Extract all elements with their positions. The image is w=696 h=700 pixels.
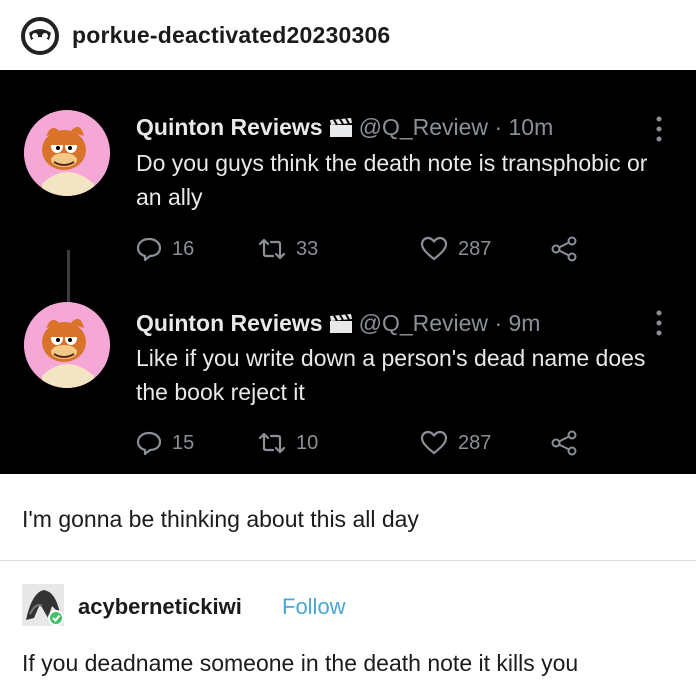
tweet-header: Quinton Reviews @Q_Review · 9m bbox=[136, 310, 540, 337]
retweet-action[interactable]: 10 bbox=[258, 428, 318, 458]
post-caption: I'm gonna be thinking about this all day bbox=[22, 506, 419, 532]
retweet-icon bbox=[258, 238, 286, 260]
reply-username[interactable]: acybernetickiwi bbox=[78, 594, 242, 620]
deactivated-avatar-icon[interactable] bbox=[20, 16, 60, 56]
like-count: 287 bbox=[458, 237, 492, 260]
like-icon bbox=[420, 430, 448, 455]
reply-avatar[interactable] bbox=[22, 584, 64, 626]
tweet-text: Do you guys think the death note is tran… bbox=[136, 150, 648, 210]
tweet-text: Like if you write down a person's dead n… bbox=[136, 345, 646, 405]
post-header: porkue-deactivated20230306 bbox=[0, 0, 696, 70]
more-options-icon[interactable] bbox=[656, 116, 662, 142]
tweet-actions: 15 10 287 bbox=[136, 428, 596, 458]
tweet-author-name[interactable]: Quinton Reviews bbox=[136, 310, 323, 336]
retweet-action[interactable]: 33 bbox=[258, 234, 318, 264]
share-action[interactable] bbox=[550, 234, 578, 264]
share-action[interactable] bbox=[550, 428, 578, 458]
reply-count: 16 bbox=[172, 237, 195, 260]
avatar-garfield[interactable] bbox=[24, 110, 110, 196]
tweet-screenshot: Quinton Reviews @Q_Review · 10m Do you gu… bbox=[0, 70, 696, 474]
tweet-time: · 10m bbox=[494, 114, 554, 140]
share-icon bbox=[551, 236, 577, 262]
reply-icon bbox=[136, 237, 162, 262]
tweet-handle[interactable]: @Q_Review bbox=[359, 114, 488, 140]
tweet-actions: 16 33 287 bbox=[136, 234, 596, 264]
reply-icon bbox=[136, 431, 162, 456]
reply-count: 15 bbox=[172, 431, 195, 454]
tweet-handle[interactable]: @Q_Review bbox=[359, 310, 488, 336]
tweet-header: Quinton Reviews @Q_Review · 10m bbox=[136, 114, 553, 141]
divider bbox=[0, 560, 696, 561]
retweet-count: 33 bbox=[296, 237, 319, 260]
tweet-time: · 9m bbox=[494, 310, 541, 336]
reply-text: If you deadname someone in the death not… bbox=[22, 650, 579, 676]
like-action[interactable]: 287 bbox=[420, 428, 491, 458]
avatar-garfield[interactable] bbox=[24, 302, 110, 388]
post-username[interactable]: porkue-deactivated20230306 bbox=[72, 22, 390, 49]
retweet-count: 10 bbox=[296, 431, 319, 454]
clapperboard-icon bbox=[329, 118, 352, 137]
reply-action[interactable]: 16 bbox=[136, 234, 194, 264]
share-icon bbox=[551, 430, 577, 456]
retweet-icon bbox=[258, 432, 286, 454]
like-count: 287 bbox=[458, 431, 492, 454]
reply-action[interactable]: 15 bbox=[136, 428, 194, 458]
like-action[interactable]: 287 bbox=[420, 234, 491, 264]
tweet-author-name[interactable]: Quinton Reviews bbox=[136, 114, 323, 140]
more-options-icon[interactable] bbox=[656, 310, 662, 336]
like-icon bbox=[420, 236, 448, 261]
clapperboard-icon bbox=[329, 314, 352, 333]
follow-button[interactable]: Follow bbox=[282, 594, 346, 620]
